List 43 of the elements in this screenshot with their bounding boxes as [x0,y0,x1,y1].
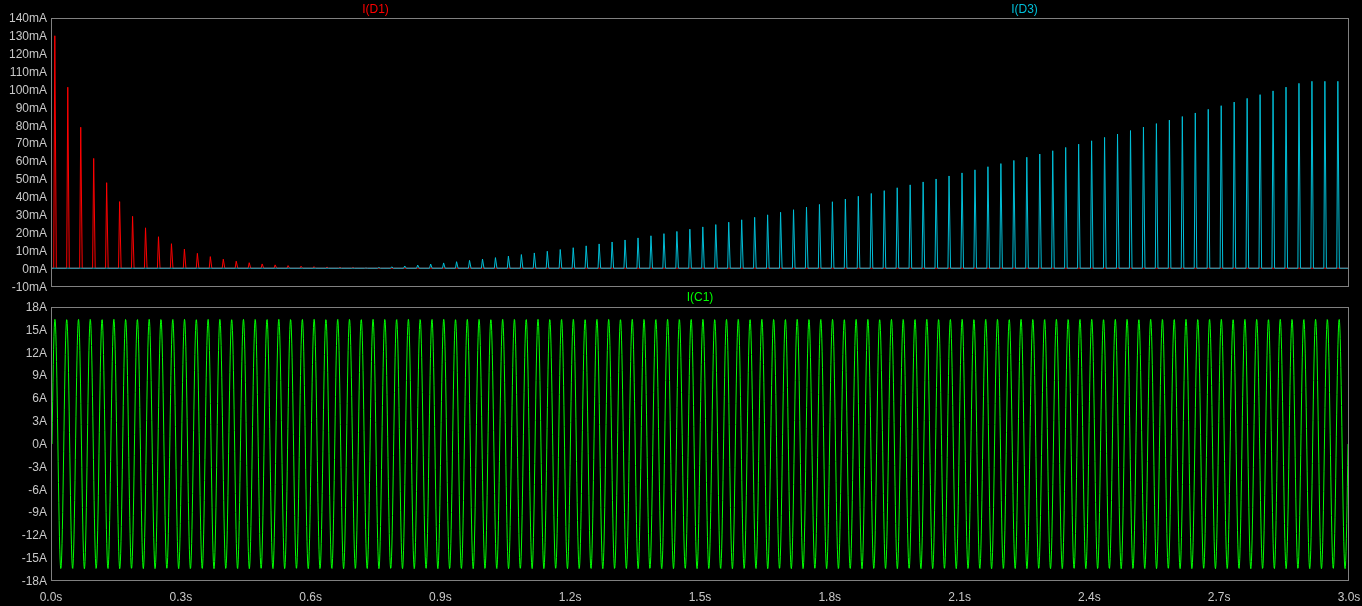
y-axis-label: 40mA [15,190,47,205]
y-axis-label: 10mA [15,244,47,258]
trace-label[interactable]: I(C1) [686,290,714,304]
x-axis-label: 0.9s [428,590,453,604]
y-axis-label: 9A [32,368,47,383]
x-axis-label: 0.3s [168,590,194,604]
y-axis-label: 18A [25,300,47,314]
y-axis-label: -3A [28,459,47,474]
y-axis-label: 50mA [15,172,47,187]
y-axis-label: -9A [28,505,47,520]
y-axis-label: 140mA [8,11,47,25]
x-axis-label: 2.7s [1206,590,1232,604]
y-axis-label: 3A [32,414,47,429]
y-axis-label: 70mA [15,136,47,151]
y-axis-label: 130mA [8,28,47,43]
y-axis-label: 90mA [15,100,47,115]
y-axis-label: -12A [21,528,47,543]
y-axis-label: 30mA [15,208,47,223]
y-axis-label: 110mA [9,64,47,79]
x-axis-label: 0.6s [298,590,323,604]
y-axis-label: 6A [32,391,47,406]
trace-label[interactable]: I(D3) [1011,2,1038,16]
x-axis-label: 1.8s [817,590,843,604]
y-axis-label: 12A [25,345,47,360]
y-axis-label: 20mA [15,226,47,241]
y-axis-label: -18A [21,573,47,588]
y-axis-label: 120mA [8,46,47,61]
x-axis-label: 0.0s [38,590,64,604]
y-axis-label: 100mA [8,82,47,97]
y-axis-label: 15A [25,322,47,337]
y-axis-label: 80mA [15,118,47,133]
y-axis-label: -6A [28,482,47,497]
x-axis-label: 2.1s [947,590,972,604]
x-axis-label: 1.2s [557,590,583,604]
y-axis-label: -10mA [11,279,47,294]
y-axis-label: 0A [32,436,47,451]
y-axis-label: 60mA [15,154,47,169]
x-axis-label: 1.5s [687,590,713,604]
trace-label[interactable]: I(D1) [362,2,389,16]
y-axis-label: 0mA [22,261,47,276]
x-axis-label: 3.0s [1336,590,1362,604]
y-axis-label: -15A [21,551,47,566]
x-axis-label: 2.4s [1077,590,1102,604]
